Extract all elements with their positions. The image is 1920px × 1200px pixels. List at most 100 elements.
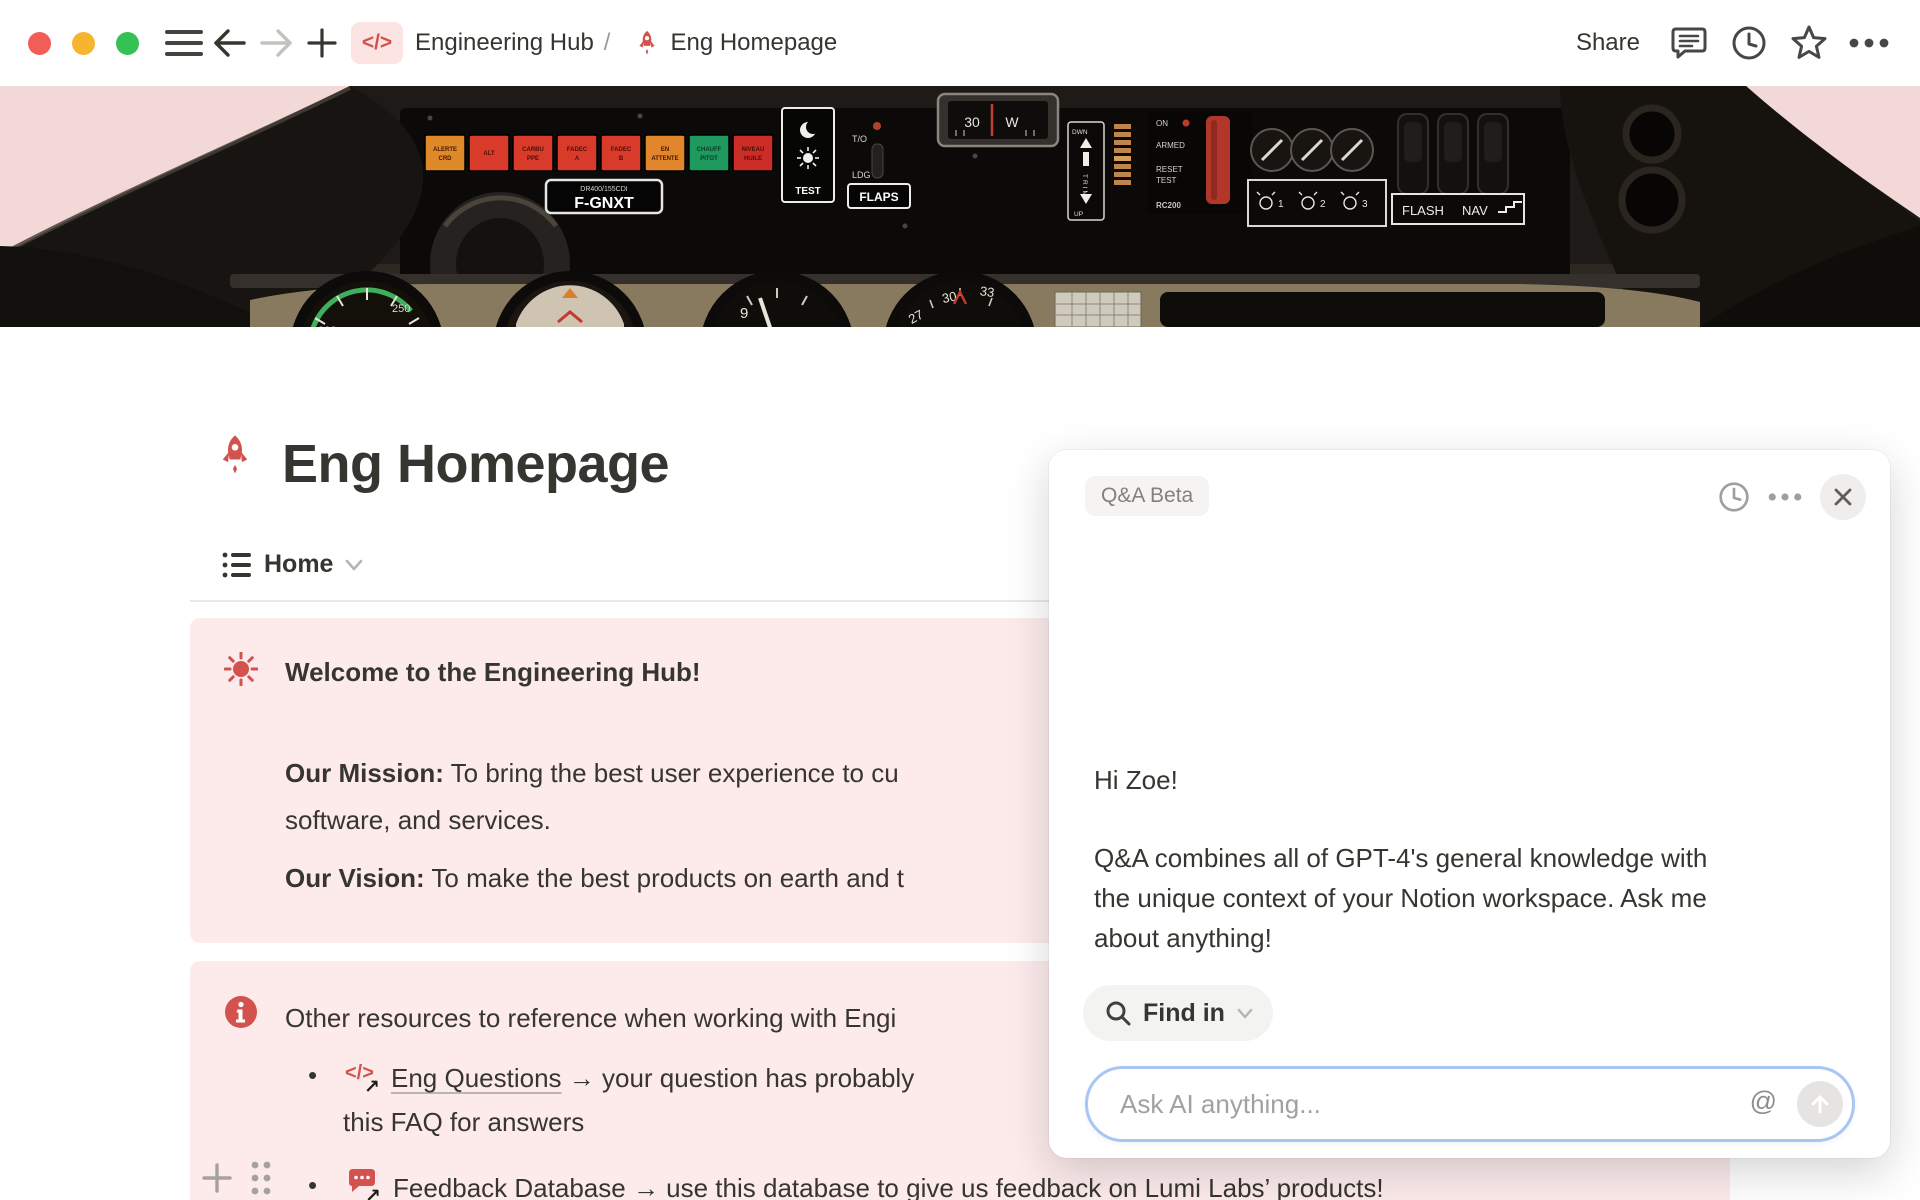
svg-text:UP: UP bbox=[1074, 211, 1083, 218]
workspace-code-icon[interactable]: </> bbox=[351, 22, 403, 64]
forward-button[interactable] bbox=[253, 20, 299, 66]
arrow-left-icon bbox=[213, 28, 247, 58]
bullet2-text: → use this database to give us feedback … bbox=[626, 1173, 1384, 1200]
sidebar-toggle-button[interactable] bbox=[161, 20, 207, 66]
resources-title: Other resources to reference when workin… bbox=[285, 1000, 896, 1036]
new-tab-button[interactable] bbox=[299, 20, 345, 66]
list-icon bbox=[222, 551, 252, 579]
qa-intro-line2: the unique context of your Notion worksp… bbox=[1094, 878, 1707, 918]
svg-text:ATTENTE: ATTENTE bbox=[651, 156, 678, 162]
svg-text:T/O: T/O bbox=[852, 134, 867, 144]
search-icon bbox=[1105, 1000, 1131, 1026]
svg-text:200: 200 bbox=[318, 325, 336, 327]
window-controls bbox=[28, 32, 139, 55]
svg-text:CARBU: CARBU bbox=[522, 147, 544, 153]
sun-icon bbox=[224, 652, 258, 686]
bullet-glyph: • bbox=[308, 1057, 317, 1093]
qa-beta-badge: Q&A Beta bbox=[1085, 476, 1209, 516]
feedback-database-link[interactable]: Feedback Database bbox=[393, 1173, 626, 1200]
svg-text:↗: ↗ bbox=[365, 1185, 381, 1200]
vision-label: Our Vision: bbox=[285, 863, 425, 893]
tab-label: Home bbox=[264, 550, 333, 579]
breadcrumb-page[interactable]: Eng Homepage bbox=[670, 29, 837, 57]
mention-button[interactable]: @ bbox=[1750, 1086, 1777, 1117]
send-button[interactable] bbox=[1797, 1081, 1843, 1127]
add-block-button[interactable] bbox=[200, 1161, 234, 1195]
plus-icon bbox=[307, 28, 337, 58]
qa-ai-panel: Q&A Beta Hi Zoe! Q&A combines all of GPT… bbox=[1049, 450, 1890, 1158]
svg-text:ALT: ALT bbox=[483, 151, 495, 157]
rocker-switches bbox=[1398, 114, 1508, 194]
flash-nav-placard: FLASH NAV bbox=[1392, 194, 1524, 224]
qa-intro-line3: about anything! bbox=[1094, 918, 1707, 958]
find-in-button[interactable]: Find in bbox=[1083, 985, 1273, 1041]
svg-text:RESET: RESET bbox=[1156, 165, 1183, 174]
mission-line-2: software, and services. bbox=[285, 802, 551, 838]
cockpit-photo: ALERTECRD ALT CARBUPPE FADECA FADECB ENA… bbox=[0, 86, 1920, 327]
svg-text:DWN: DWN bbox=[1072, 129, 1088, 136]
svg-text:30: 30 bbox=[964, 114, 980, 130]
svg-text:FADEC: FADEC bbox=[611, 147, 632, 153]
svg-text:B: B bbox=[619, 156, 624, 162]
glovebox bbox=[1160, 292, 1605, 327]
updates-button[interactable] bbox=[1726, 20, 1772, 66]
bullet-eng-questions: • </> ↗ Eng Questions → your question ha… bbox=[345, 1057, 914, 1096]
comment-icon bbox=[1671, 26, 1707, 60]
info-icon bbox=[224, 995, 258, 1029]
minimize-window-button[interactable] bbox=[72, 32, 95, 55]
svg-text:↗: ↗ bbox=[364, 1076, 380, 1093]
more-options-button[interactable] bbox=[1846, 20, 1892, 66]
code-link-icon: </> ↗ bbox=[345, 1057, 381, 1093]
vision-text: To make the best products on earth and t bbox=[425, 863, 904, 893]
share-button[interactable]: Share bbox=[1564, 23, 1652, 63]
light-switch-panel: 1 2 3 bbox=[1248, 180, 1386, 226]
close-window-button[interactable] bbox=[28, 32, 51, 55]
checklist-placard bbox=[1055, 292, 1141, 327]
qa-close-button[interactable] bbox=[1820, 474, 1866, 520]
knobs bbox=[1251, 129, 1373, 171]
ellipsis-icon bbox=[1849, 38, 1889, 48]
view-tab-home[interactable]: Home bbox=[222, 550, 363, 579]
svg-text:FLAPS: FLAPS bbox=[859, 190, 898, 204]
compass: 30 W bbox=[938, 94, 1058, 146]
eng-questions-link[interactable]: Eng Questions bbox=[391, 1063, 562, 1093]
back-button[interactable] bbox=[207, 20, 253, 66]
chevron-down-icon bbox=[1237, 1008, 1253, 1019]
test-panel: TEST bbox=[782, 108, 834, 202]
breadcrumb-separator: / bbox=[604, 29, 611, 57]
qa-greeting: Hi Zoe! bbox=[1094, 760, 1178, 800]
ask-ai-input[interactable] bbox=[1085, 1066, 1855, 1142]
ask-ai-input-wrap: @ bbox=[1085, 1066, 1855, 1142]
bullet-eng-questions-line2: this FAQ for answers bbox=[343, 1104, 584, 1140]
qa-history-button[interactable] bbox=[1718, 481, 1750, 513]
svg-text:FLASH: FLASH bbox=[1402, 203, 1444, 218]
arrow-right-icon bbox=[259, 28, 293, 58]
svg-text:LDG: LDG bbox=[852, 170, 871, 180]
zoom-window-button[interactable] bbox=[116, 32, 139, 55]
breadcrumb-workspace[interactable]: Engineering Hub bbox=[415, 29, 594, 57]
svg-text:PPE: PPE bbox=[527, 156, 539, 162]
drag-handle[interactable] bbox=[250, 1160, 272, 1196]
page-title[interactable]: Eng Homepage bbox=[282, 430, 669, 498]
feedback-link-icon: ↗ bbox=[345, 1167, 383, 1200]
arrow-up-icon bbox=[1809, 1093, 1831, 1115]
page-cover-image: ALERTECRD ALT CARBUPPE FADECA FADECB ENA… bbox=[0, 86, 1920, 327]
bullet-glyph: • bbox=[308, 1167, 317, 1200]
favorite-button[interactable] bbox=[1786, 20, 1832, 66]
qa-more-button[interactable] bbox=[1768, 492, 1802, 502]
welcome-title: Welcome to the Engineering Hub! bbox=[285, 654, 701, 690]
comments-button[interactable] bbox=[1666, 20, 1712, 66]
svg-text:F-GNXT: F-GNXT bbox=[574, 195, 634, 212]
svg-text:A: A bbox=[575, 156, 580, 162]
registration-placard: DR400/155CDI F-GNXT bbox=[546, 180, 662, 213]
svg-text:TEST: TEST bbox=[795, 186, 821, 197]
svg-text:EN: EN bbox=[661, 147, 669, 153]
svg-text:2: 2 bbox=[1320, 199, 1326, 210]
svg-text:CHAUFF: CHAUFF bbox=[697, 147, 722, 153]
svg-text:ON: ON bbox=[1156, 119, 1168, 128]
topbar-actions: Share bbox=[1564, 20, 1892, 66]
armed-panel: ON ARMED RESET TEST RC200 bbox=[1148, 112, 1252, 214]
block-handles bbox=[200, 1160, 272, 1196]
svg-text:33: 33 bbox=[979, 283, 995, 300]
page-icon-rocket[interactable] bbox=[214, 430, 256, 480]
